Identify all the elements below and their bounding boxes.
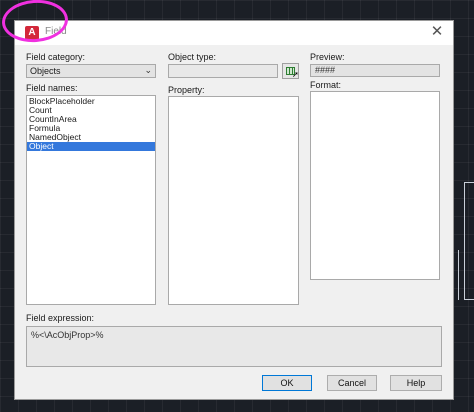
object-type-label: Object type: (168, 52, 217, 62)
format-list[interactable] (310, 91, 440, 280)
field-expression-box[interactable]: %<\AcObjProp>% (26, 326, 442, 367)
help-button[interactable]: Help (390, 375, 442, 391)
object-type-field[interactable] (168, 64, 278, 78)
field-category-label: Field category: (26, 52, 86, 62)
format-label: Format: (310, 80, 342, 90)
field-names-label: Field names: (26, 83, 78, 93)
cancel-button[interactable]: Cancel (327, 375, 377, 391)
select-object-button[interactable]: ➚ (282, 63, 299, 79)
cursor-icon: ➚ (292, 70, 299, 79)
preview-label: Preview: (310, 52, 345, 62)
field-category-select[interactable]: Objects ⌄ (26, 64, 156, 78)
ok-button[interactable]: OK (262, 375, 312, 391)
title-bar[interactable]: A Field ✕ (15, 21, 453, 45)
preview-value: #### (315, 65, 336, 75)
background-panel-line (458, 250, 474, 300)
chevron-down-icon: ⌄ (144, 65, 152, 75)
field-names-list[interactable]: BlockPlaceholder Count CountInArea Formu… (26, 95, 156, 305)
field-category-value: Objects (30, 66, 61, 76)
list-item-selected[interactable]: Object (27, 142, 155, 151)
field-expression-value: %<\AcObjProp>% (31, 330, 104, 340)
property-list[interactable] (168, 96, 299, 305)
preview-field: #### (310, 64, 440, 77)
property-label: Property: (168, 85, 205, 95)
field-dialog: A Field ✕ Field category: Objects ⌄ Fiel… (14, 20, 454, 400)
close-icon[interactable]: ✕ (429, 24, 445, 40)
field-expression-label: Field expression: (26, 313, 95, 323)
